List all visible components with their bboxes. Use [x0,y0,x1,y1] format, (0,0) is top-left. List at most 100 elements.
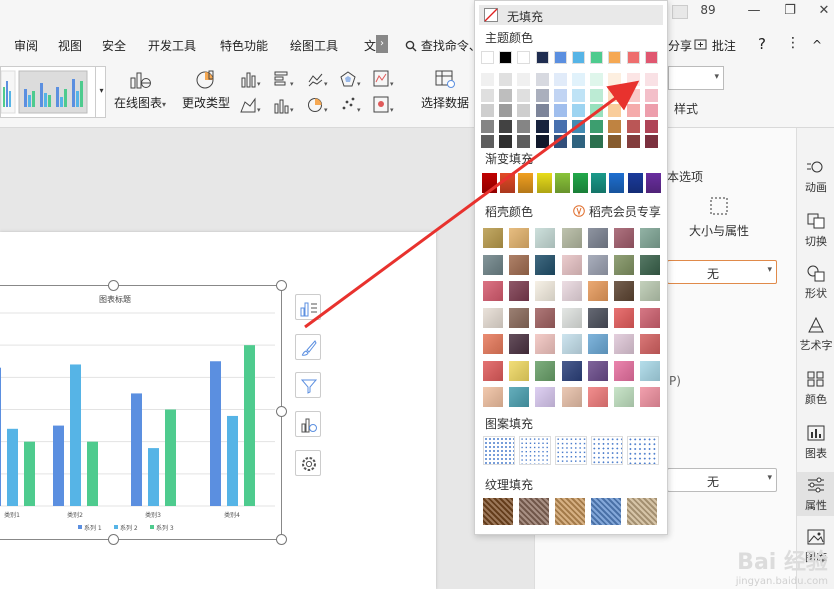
docer-color-swatch[interactable] [614,387,634,407]
pattern-swatch[interactable] [591,436,623,465]
docer-color-swatch[interactable] [535,254,556,275]
theme-shade-swatch[interactable] [517,88,531,102]
docer-color-swatch[interactable] [509,360,530,381]
theme-shade-swatch[interactable] [572,88,585,102]
docer-color-swatch[interactable] [561,281,582,301]
theme-shade-swatch[interactable] [626,119,640,133]
theme-shade-swatch[interactable] [481,135,494,148]
docer-color-swatch[interactable] [535,307,556,328]
docer-color-swatch[interactable] [561,387,582,407]
resize-handle-top[interactable] [108,280,119,291]
theme-shade-swatch[interactable] [553,119,567,133]
docer-color-swatch[interactable] [483,360,503,381]
docer-color-swatch[interactable] [640,360,661,381]
chart-style-brush-button[interactable] [295,334,321,360]
stock-chart-icon[interactable]: ▾ [373,70,395,88]
menu-view[interactable]: 视图 [58,37,82,54]
theme-color-swatch[interactable] [499,51,513,64]
menu-drawing-tools[interactable]: 绘图工具 [290,37,338,54]
gradient-swatch[interactable] [500,173,516,193]
search-command[interactable]: 查找命令、 [405,37,481,54]
docer-color-swatch[interactable] [509,334,530,354]
text-options-tab[interactable]: 本选项 [667,168,703,185]
radar-chart-icon[interactable]: ▾ [340,70,362,88]
resize-handle-bottom[interactable] [108,534,119,545]
docer-color-swatch[interactable] [640,281,661,301]
pattern-swatch[interactable] [627,436,659,465]
pattern-swatch[interactable] [519,436,551,465]
docer-color-swatch[interactable] [561,334,582,354]
rail-transition[interactable]: 切换 [797,212,834,252]
theme-shade-swatch[interactable] [553,73,567,86]
scatter-chart-icon[interactable]: ▾ [340,96,362,114]
menu-review[interactable]: 审阅 [14,37,38,54]
menu-scroll-right-button[interactable]: › [376,35,388,53]
minimize-button[interactable]: — [742,3,766,21]
line-chart-icon[interactable]: ▾ [307,70,329,88]
bar-chart-icon[interactable]: ▾ [273,70,295,88]
texture-swatch[interactable] [627,498,657,525]
docer-color-swatch[interactable] [483,228,503,248]
rail-color[interactable]: 颜色 [797,370,834,410]
theme-color-swatch[interactable] [608,51,622,64]
theme-color-swatch[interactable] [535,51,549,64]
docer-color-swatch[interactable] [587,360,608,381]
theme-color-swatch[interactable] [590,51,604,64]
docer-color-swatch[interactable] [614,360,634,381]
theme-shade-swatch[interactable] [572,104,585,117]
docer-color-swatch[interactable] [640,254,661,275]
docer-color-swatch[interactable] [483,254,503,275]
more-button[interactable]: ⋮ [786,35,800,51]
texture-swatch[interactable] [591,498,621,525]
docer-color-swatch[interactable] [509,254,530,275]
theme-shade-swatch[interactable] [535,119,549,133]
gallery-expand-button[interactable]: ▾ [95,66,107,118]
rail-chart[interactable]: 图表 [797,424,834,464]
theme-shade-swatch[interactable] [608,73,622,86]
theme-shade-swatch[interactable] [590,104,604,117]
theme-shade-swatch[interactable] [626,104,640,117]
docer-color-swatch[interactable] [561,307,582,328]
theme-shade-swatch[interactable] [535,135,549,148]
docer-color-swatch[interactable] [587,254,608,275]
texture-swatch[interactable] [555,498,585,525]
theme-shade-swatch[interactable] [499,104,513,117]
theme-shade-swatch[interactable] [608,119,622,133]
theme-shade-swatch[interactable] [499,135,513,148]
theme-shade-swatch[interactable] [481,104,494,117]
docer-color-swatch[interactable] [614,228,634,248]
docer-color-swatch[interactable] [614,334,634,354]
close-button[interactable]: ✕ [812,3,834,21]
theme-shade-swatch[interactable] [572,119,585,133]
texture-swatch[interactable] [519,498,549,525]
theme-shade-swatch[interactable] [535,73,549,86]
ribbon-style-dropdown[interactable]: ▾ [668,66,724,90]
docer-color-swatch[interactable] [483,334,503,354]
docer-color-swatch[interactable] [587,334,608,354]
rail-shape[interactable]: 形状 [797,264,834,304]
theme-shade-swatch[interactable] [499,73,513,86]
chart-filter-button[interactable] [295,372,321,398]
size-properties-tab[interactable]: 大小与属性 [689,222,749,239]
docer-color-swatch[interactable] [483,281,503,301]
theme-shade-swatch[interactable] [590,135,604,148]
texture-swatch[interactable] [483,498,513,525]
theme-shade-swatch[interactable] [499,119,513,133]
theme-shade-swatch[interactable] [553,135,567,148]
theme-shade-swatch[interactable] [572,73,585,86]
docer-color-swatch[interactable] [535,334,556,354]
docer-color-swatch[interactable] [640,334,661,354]
restore-button[interactable]: ❐ [778,3,802,21]
more-charts-icon[interactable]: ▾ [373,96,395,114]
theme-shade-swatch[interactable] [481,88,494,102]
docer-color-swatch[interactable] [587,387,608,407]
comment-button[interactable]: 批注 [694,37,736,54]
theme-shade-swatch[interactable] [535,88,549,102]
docer-color-swatch[interactable] [509,387,530,407]
line-type-select[interactable]: 无 ▾ [667,468,777,492]
theme-shade-swatch[interactable] [626,88,640,102]
chart-selection-frame[interactable] [0,285,282,540]
docer-color-swatch[interactable] [509,281,530,301]
theme-shade-swatch[interactable] [535,104,549,117]
theme-shade-swatch[interactable] [481,119,494,133]
